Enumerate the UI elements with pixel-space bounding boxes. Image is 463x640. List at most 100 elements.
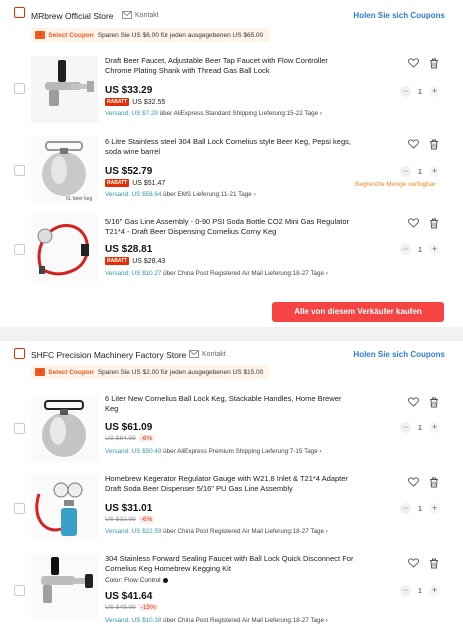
contact-label: Kontakt [135, 11, 159, 19]
heart-icon[interactable] [408, 477, 419, 487]
store-select-checkbox[interactable] [14, 348, 25, 359]
trash-icon[interactable] [429, 139, 439, 150]
minus-icon[interactable]: − [400, 244, 411, 255]
product-image-regulator[interactable] [31, 474, 98, 541]
chevron-right-icon: › [325, 528, 328, 535]
cart-item: Homebrew Kegerator Regulator Gauge with … [0, 472, 463, 548]
product-image-keg[interactable]: 6L beer keg [31, 136, 98, 203]
product-title[interactable]: 6 Liter New Cornelius Ball Lock Keg, Sta… [105, 394, 355, 414]
discount-line: RABATT US $28.43 [105, 257, 165, 265]
trash-icon[interactable] [429, 477, 439, 488]
plus-icon[interactable]: + [429, 244, 440, 255]
shipping-info[interactable]: Versand: US $58.64 über EMS Lieferung:11… [105, 191, 256, 198]
heart-icon[interactable] [408, 218, 419, 228]
store-header: MRbrew Official Store Kontakt Holen Sie … [0, 0, 463, 22]
product-title[interactable]: 304 Stainless Forward Sealing Faucet wit… [105, 554, 355, 574]
store-name-link[interactable]: MRbrew Official Store [31, 11, 114, 21]
product-price: US $31.01 [105, 503, 153, 514]
chevron-right-icon: › [253, 191, 256, 198]
store-select-checkbox[interactable] [14, 7, 25, 18]
shipping-cost: Versand: US $10.27 [105, 270, 162, 277]
product-title[interactable]: Homebrew Kegerator Regulator Gauge with … [105, 474, 355, 494]
shipping-info[interactable]: Versand: US $22.59 über China Post Regis… [105, 528, 328, 535]
mail-icon [122, 11, 132, 19]
quantity-value[interactable]: 1 [417, 167, 423, 176]
plus-icon[interactable]: + [429, 422, 440, 433]
quantity-stepper: − 1 + [400, 166, 440, 177]
get-coupons-link[interactable]: Holen Sie sich Coupons [353, 11, 445, 20]
quantity-value[interactable]: 1 [417, 423, 423, 432]
heart-icon[interactable] [408, 558, 419, 568]
item-select-checkbox[interactable] [14, 244, 25, 255]
trash-icon[interactable] [429, 58, 439, 69]
product-image-cornelius-keg[interactable] [31, 395, 98, 462]
item-actions [408, 558, 439, 569]
product-image-forward-sealing-faucet[interactable] [31, 554, 98, 621]
forward-faucet-image [31, 554, 98, 621]
quantity-stepper: − 1 + [400, 244, 440, 255]
item-select-checkbox[interactable] [14, 165, 25, 176]
original-price: US $32.99 [105, 516, 136, 523]
trash-icon[interactable] [429, 558, 439, 569]
original-price: US $48.99 [105, 604, 136, 611]
item-actions [408, 58, 439, 69]
cart-item: 304 Stainless Forward Sealing Faucet wit… [0, 552, 463, 638]
quantity-stepper: − 1 + [400, 585, 440, 596]
chevron-right-icon: › [325, 270, 328, 277]
heart-icon[interactable] [408, 58, 419, 68]
shipping-info[interactable]: Versand: US $10.38 über China Post Regis… [105, 617, 328, 624]
color-swatch [162, 578, 168, 583]
regulator-image [31, 474, 98, 541]
shipping-method: über China Post Registered Air Mail Lief… [163, 528, 325, 535]
item-select-checkbox[interactable] [14, 503, 25, 514]
buy-all-from-seller-button[interactable]: Alle von diesem Verkäufer kaufen [272, 302, 444, 322]
limited-quantity-notice: Begrenzte Menge verfügbar [355, 181, 436, 188]
quantity-value[interactable]: 1 [417, 586, 423, 595]
product-price: US $52.79 [105, 166, 153, 177]
discount-line: RABATT US $51.47 [105, 179, 165, 187]
select-coupon-link[interactable]: Select Coupon [48, 32, 94, 39]
quantity-value[interactable]: 1 [417, 504, 423, 513]
plus-icon[interactable]: + [429, 585, 440, 596]
shipping-info[interactable]: Versand: US $10.27 über China Post Regis… [105, 270, 328, 277]
item-actions [408, 397, 439, 408]
trash-icon[interactable] [429, 218, 439, 229]
get-coupons-link[interactable]: Holen Sie sich Coupons [353, 350, 445, 359]
item-select-checkbox[interactable] [14, 83, 25, 94]
contact-link[interactable]: Kontakt [122, 11, 159, 19]
minus-icon[interactable]: − [400, 503, 411, 514]
color-variant[interactable]: Color: Flow Control [105, 577, 168, 584]
product-title[interactable]: Draft Beer Faucet, Adjustable Beer Tap F… [105, 56, 355, 76]
shipping-info[interactable]: Versand: US $50.49 über AliExpress Premi… [105, 448, 322, 455]
trash-icon[interactable] [429, 397, 439, 408]
store-name-link[interactable]: SHFC Precision Machinery Factory Store [31, 350, 186, 360]
minus-icon[interactable]: − [400, 86, 411, 97]
plus-icon[interactable]: + [429, 166, 440, 177]
product-title[interactable]: 6 Litre Stainless steel 304 Ball Lock Co… [105, 137, 355, 157]
contact-link[interactable]: Kontakt [189, 350, 226, 358]
minus-icon[interactable]: − [400, 166, 411, 177]
product-title[interactable]: 5/16" Gas Line Assembly - 0-90 PSI Soda … [105, 217, 355, 237]
store-header: SHFC Precision Machinery Factory Store K… [0, 341, 463, 363]
item-select-checkbox[interactable] [14, 423, 25, 434]
select-coupon-link[interactable]: Select Coupon [48, 369, 94, 376]
shipping-info[interactable]: Versand: US $7.29 über AliExpress Standa… [105, 110, 322, 117]
item-actions [408, 139, 439, 150]
product-price: US $28.81 [105, 244, 153, 255]
quantity-value[interactable]: 1 [417, 245, 423, 254]
plus-icon[interactable]: + [429, 86, 440, 97]
item-actions [408, 477, 439, 488]
item-select-checkbox[interactable] [14, 585, 25, 596]
heart-icon[interactable] [408, 397, 419, 407]
mail-icon [189, 350, 199, 358]
product-image-beer-faucet[interactable] [31, 56, 98, 123]
coupon-bar: ▪️ Select Coupon Sparen Sie US $2.00 für… [31, 365, 270, 379]
minus-icon[interactable]: − [400, 585, 411, 596]
plus-icon[interactable]: + [429, 503, 440, 514]
quantity-value[interactable]: 1 [417, 87, 423, 96]
heart-icon[interactable] [408, 139, 419, 149]
product-image-gas-line[interactable] [31, 214, 98, 281]
minus-icon[interactable]: − [400, 422, 411, 433]
rabatt-badge: RABATT [105, 257, 130, 265]
shipping-cost: Versand: US $58.64 [105, 191, 162, 198]
